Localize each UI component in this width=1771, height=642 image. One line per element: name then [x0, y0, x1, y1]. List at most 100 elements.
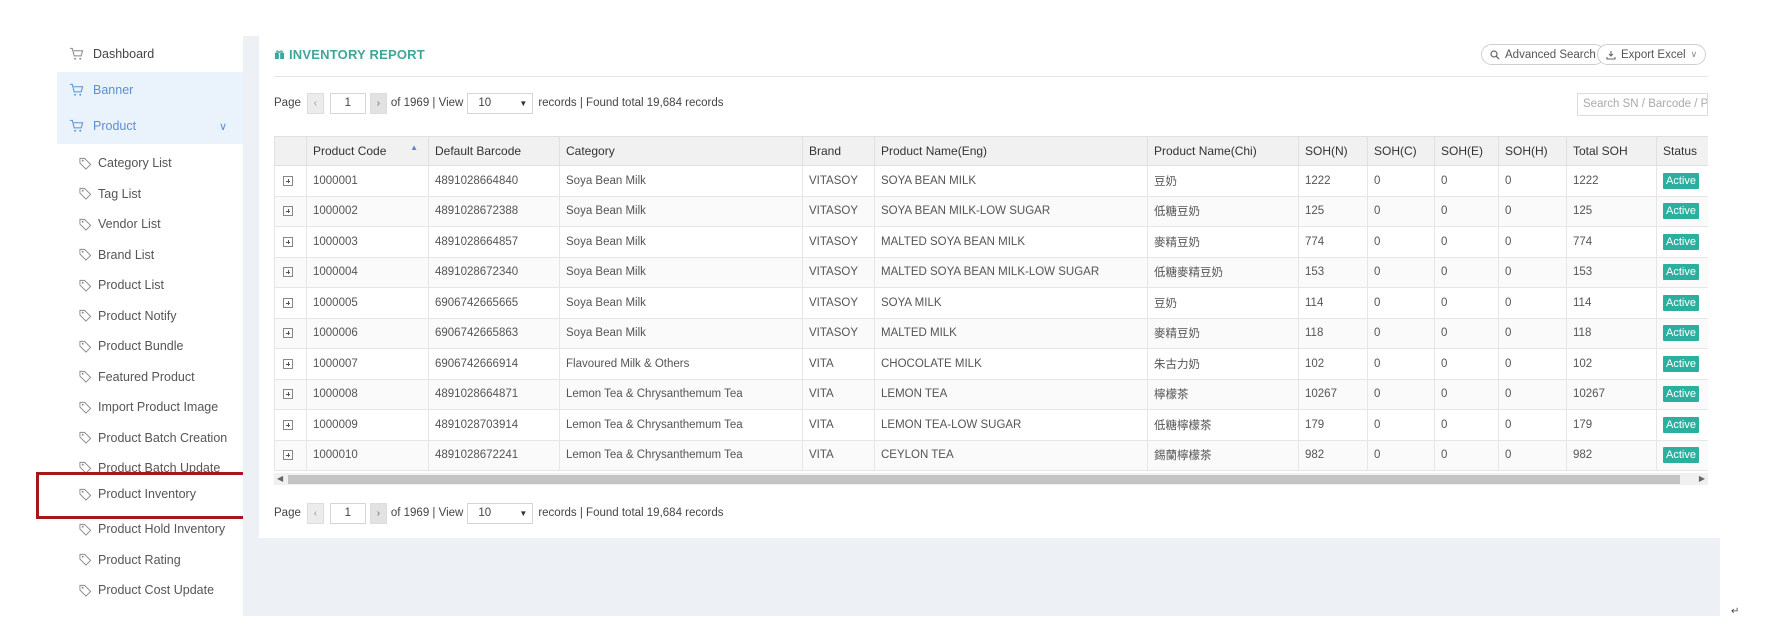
cell-product-name-eng: CHOCOLATE MILK — [874, 348, 1148, 380]
cell-soh-e: 0 — [1434, 226, 1499, 258]
expand-row-icon[interactable] — [283, 328, 293, 339]
scroll-left-icon[interactable]: ◀ — [277, 473, 283, 485]
cell-soh-c: 0 — [1367, 226, 1435, 258]
expand-row-icon[interactable] — [283, 358, 293, 369]
export-excel-button[interactable]: Export Excel ∨ — [1597, 44, 1707, 65]
row-expand-cell — [274, 409, 307, 441]
column-header-brand[interactable]: Brand — [802, 136, 875, 166]
cell-product-code: 1000006 — [306, 317, 429, 349]
scrollbar-thumb[interactable] — [288, 475, 1680, 484]
cell-category: Flavoured Milk & Others — [559, 348, 803, 380]
table-row[interactable]: 1000004 4891028672340 Soya Bean Milk VITASO… — [274, 256, 1708, 288]
cell-brand: VITASOY — [802, 226, 875, 258]
cell-soh-e: 0 — [1434, 256, 1499, 288]
next-page-button[interactable]: › — [369, 92, 387, 114]
table-row[interactable]: 1000003 4891028664857 Soya Bean Milk VITASO… — [274, 226, 1708, 258]
cell-soh-e: 0 — [1434, 317, 1499, 349]
cart-icon — [69, 83, 84, 96]
cell-product-name-chi: 豆奶 — [1147, 287, 1299, 319]
cell-brand: VITA — [802, 439, 875, 471]
cell-total-soh: 179 — [1566, 409, 1657, 441]
table-row[interactable]: 1000009 4891028703914 Lemon Tea & Chrysant… — [274, 409, 1708, 441]
table-row[interactable]: 1000005 6906742665665 Soya Bean Milk VITASO… — [274, 287, 1708, 319]
page-size-select[interactable]: 10 ▼ — [467, 92, 534, 114]
cell-soh-c: 0 — [1367, 256, 1435, 288]
column-header-total-soh[interactable]: Total SOH — [1566, 136, 1657, 166]
cell-product-code: 1000010 — [306, 439, 429, 471]
sidebar-item-product[interactable]: Product ∨ — [57, 108, 243, 144]
table-row[interactable]: 1000002 4891028672388 Soya Bean Milk VITASO… — [274, 195, 1708, 227]
tag-icon — [79, 218, 92, 231]
expand-row-icon[interactable] — [283, 206, 293, 217]
sidebar-item-banner[interactable]: Banner — [57, 72, 243, 108]
cell-status: Active — [1656, 439, 1708, 471]
cell-product-code: 1000009 — [306, 409, 429, 441]
search-icon — [1490, 49, 1500, 59]
cell-status: Active — [1656, 256, 1708, 288]
table-row[interactable]: 1000001 4891028664840 Soya Bean Milk VITASO… — [274, 165, 1708, 197]
expand-row-icon[interactable] — [283, 236, 293, 247]
table-row[interactable]: 1000007 6906742666914 Flavoured Milk & Oth… — [274, 348, 1708, 380]
horizontal-scrollbar[interactable]: ◀ ▶ — [274, 473, 1708, 485]
cell-product-code: 1000007 — [306, 348, 429, 380]
expand-row-icon[interactable] — [283, 419, 293, 430]
cell-status: Active — [1656, 378, 1708, 410]
next-page-button[interactable]: › — [369, 502, 387, 524]
expand-row-icon[interactable] — [283, 175, 293, 186]
table-header-row: Product Code ▲ Default Barcode Category B… — [274, 136, 1708, 166]
cell-product-code: 1000002 — [306, 195, 429, 227]
row-expand-cell — [274, 195, 307, 227]
column-header-soh-e[interactable]: SOH(E) — [1434, 136, 1499, 166]
scroll-right-icon[interactable]: ▶ — [1699, 473, 1705, 485]
row-expand-cell — [274, 226, 307, 258]
divider — [274, 76, 1708, 77]
cell-total-soh: 10267 — [1566, 378, 1657, 410]
column-header-product-code[interactable]: Product Code ▲ — [306, 136, 429, 166]
row-expand-cell — [274, 348, 307, 380]
column-header-category[interactable]: Category — [559, 136, 803, 166]
cell-product-name-chi: 麥精豆奶 — [1147, 226, 1299, 258]
sidebar-item-dashboard[interactable]: Dashboard — [57, 36, 243, 72]
column-header-product-name-eng[interactable]: Product Name(Eng) — [874, 136, 1148, 166]
cell-product-name-eng: MALTED SOYA BEAN MILK — [874, 226, 1148, 258]
page-input[interactable]: 1 — [329, 92, 366, 114]
column-header-status[interactable]: Status — [1656, 136, 1708, 166]
cell-product-code: 1000005 — [306, 287, 429, 319]
cell-default-barcode: 4891028672388 — [428, 195, 560, 227]
expand-row-icon[interactable] — [283, 389, 293, 400]
column-header-default-barcode[interactable]: Default Barcode — [428, 136, 560, 166]
expand-row-icon[interactable] — [283, 297, 293, 308]
status-badge: Active — [1663, 386, 1699, 403]
expand-row-icon[interactable] — [283, 267, 293, 278]
prev-page-button[interactable]: ‹ — [306, 502, 324, 524]
cell-total-soh: 982 — [1566, 439, 1657, 471]
cell-default-barcode: 6906742665665 — [428, 287, 560, 319]
cell-total-soh: 125 — [1566, 195, 1657, 227]
cell-default-barcode: 4891028703914 — [428, 409, 560, 441]
status-badge: Active — [1663, 294, 1699, 311]
page-size-select[interactable]: 10 ▼ — [467, 502, 534, 524]
cell-product-name-chi: 豆奶 — [1147, 165, 1299, 197]
column-header-product-name-chi[interactable]: Product Name(Chi) — [1147, 136, 1299, 166]
cell-soh-n: 10267 — [1298, 378, 1368, 410]
table-row[interactable]: 1000008 4891028664871 Lemon Tea & Chrysant… — [274, 378, 1708, 410]
row-expand-cell — [274, 378, 307, 410]
cell-category: Soya Bean Milk — [559, 287, 803, 319]
page-input[interactable]: 1 — [329, 502, 366, 524]
cell-product-name-eng: SOYA MILK — [874, 287, 1148, 319]
cell-product-code: 1000003 — [306, 226, 429, 258]
cell-brand: VITA — [802, 378, 875, 410]
column-header-soh-h[interactable]: SOH(H) — [1498, 136, 1567, 166]
search-input[interactable]: Search SN / Barcode / Pr — [1577, 93, 1708, 116]
cell-soh-h: 0 — [1498, 195, 1567, 227]
expand-row-icon[interactable] — [283, 450, 293, 461]
cell-category: Soya Bean Milk — [559, 165, 803, 197]
cell-status: Active — [1656, 317, 1708, 349]
column-header-expand — [274, 136, 307, 166]
column-header-soh-n[interactable]: SOH(N) — [1298, 136, 1368, 166]
table-row[interactable]: 1000010 4891028672241 Lemon Tea & Chrysant… — [274, 439, 1708, 471]
prev-page-button[interactable]: ‹ — [306, 92, 324, 114]
table-row[interactable]: 1000006 6906742665863 Soya Bean Milk VITASO… — [274, 317, 1708, 349]
column-header-soh-c[interactable]: SOH(C) — [1367, 136, 1435, 166]
advanced-search-button[interactable]: Advanced Search — [1481, 44, 1605, 65]
